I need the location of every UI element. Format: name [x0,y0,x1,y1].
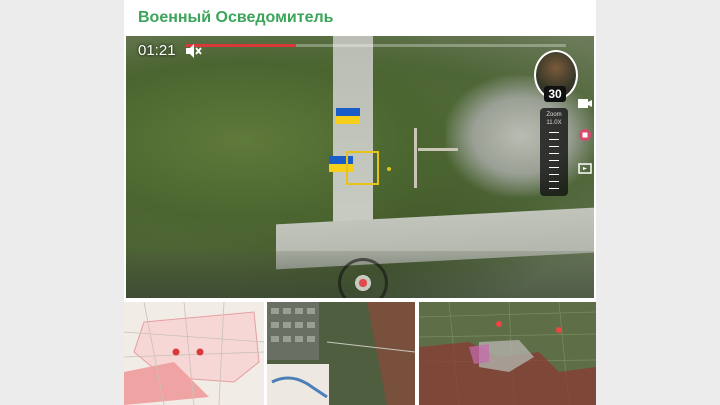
zoom-panel: Zoom 11.0X [540,108,568,196]
mute-icon[interactable] [184,43,202,59]
zoom-value: 11.0X [546,120,562,126]
map-thumbnail-1[interactable] [124,302,264,405]
post-header: Военный Осведомитель [124,0,596,36]
channel-name[interactable]: Военный Осведомитель [138,9,334,27]
right-backdrop [596,0,720,405]
post-card: Военный Осведомитель 01:21 30 Zoom 11.0X [124,0,596,405]
map-thumbnail-2[interactable] [267,302,415,405]
ua-flag-marker [336,108,360,124]
record-icon[interactable] [578,128,592,141]
camera-icon[interactable] [578,96,592,108]
pole [414,128,417,188]
zoom-scale [549,132,559,190]
avatar-badge: 30 [544,86,566,102]
video-timecode: 01:21 [138,42,176,59]
target-dot [387,167,391,171]
video-frame-rubble [446,76,594,196]
zoom-label: Zoom [546,112,562,118]
pole-arm [418,148,458,151]
map-thumbnail-3[interactable] [419,302,596,405]
video-frame-road [333,36,373,226]
video-progress-played [186,44,296,47]
left-backdrop [0,0,124,405]
map-gallery [124,302,596,405]
target-box [346,151,379,185]
video-progress-bar[interactable] [186,44,566,47]
video-player[interactable]: 01:21 30 Zoom 11.0X [126,36,594,298]
screen-icon[interactable] [578,162,592,174]
